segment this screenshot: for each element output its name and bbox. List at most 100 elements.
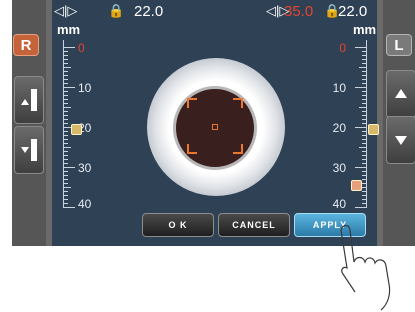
left-ruler-label-0: 0 — [78, 41, 85, 55]
ruler-tick — [63, 111, 68, 112]
ruler-tick — [362, 163, 367, 164]
ruler-tick — [362, 171, 367, 172]
ruler-tick — [359, 67, 367, 68]
ruler-tick — [362, 151, 367, 152]
right-marker-icon — [351, 180, 362, 191]
ruler-tick — [63, 139, 68, 140]
right-measure-value: 22.0 — [338, 3, 368, 20]
cancel-button[interactable]: CANCEL — [218, 213, 290, 237]
left-eye-button[interactable]: L — [386, 34, 412, 56]
right-ruler-label-30: 30 — [332, 161, 346, 175]
ruler-tick — [63, 99, 68, 100]
ruler-tick — [362, 119, 367, 120]
ruler-tick — [63, 51, 68, 52]
right-lock-icon — [368, 124, 379, 135]
ruler-tick — [63, 123, 68, 124]
ruler-tick — [355, 207, 367, 208]
ruler-tick — [362, 111, 367, 112]
ok-button[interactable]: O K — [142, 213, 214, 237]
ruler-tick — [362, 191, 367, 192]
hand-pointer-icon — [340, 224, 391, 311]
ruler-tick — [63, 55, 68, 56]
ruler-tick — [362, 143, 367, 144]
ruler-tick — [362, 71, 367, 72]
right-up-button[interactable] — [386, 70, 415, 118]
ruler-tick — [63, 151, 68, 152]
ruler-tick — [362, 155, 367, 156]
right-unit-label: mm — [353, 22, 377, 37]
ruler-tick — [362, 115, 367, 116]
left-ruler-label-30: 30 — [78, 161, 92, 175]
crop-corner-top-right — [233, 98, 243, 108]
ruler-tick — [63, 143, 68, 144]
ruler-tick — [63, 147, 71, 148]
left-down-button[interactable] — [14, 126, 44, 174]
ruler-tick — [63, 95, 68, 96]
crop-corner-bottom-left — [187, 144, 197, 154]
ruler-tick — [355, 127, 367, 128]
ruler-tick — [63, 183, 68, 184]
ruler-tick — [63, 167, 75, 168]
ruler-tick — [362, 95, 367, 96]
center-target — [212, 124, 218, 130]
arrow-up-icon — [15, 77, 43, 123]
ruler-tick — [362, 63, 367, 64]
ruler-tick — [63, 75, 68, 76]
left-ruler-label-40: 40 — [78, 197, 92, 211]
ruler-tick — [63, 135, 68, 136]
right-ruler-label-10: 10 — [332, 81, 346, 95]
ruler-tick — [63, 67, 71, 68]
left-up-button[interactable] — [14, 76, 44, 124]
ruler-tick — [362, 203, 367, 204]
ruler-tick — [362, 103, 367, 104]
ruler-tick — [63, 199, 68, 200]
lock-icon: 🔒 — [108, 3, 125, 18]
right-down-button[interactable] — [386, 116, 415, 164]
ruler-tick — [63, 79, 68, 80]
ruler-tick — [63, 107, 71, 108]
right-eye-button[interactable]: R — [13, 34, 39, 56]
ruler-tick — [63, 207, 75, 208]
ruler-tick — [362, 139, 367, 140]
ruler-tick — [362, 179, 367, 180]
ruler-tick — [63, 87, 75, 88]
ruler-tick — [362, 99, 367, 100]
ruler-tick — [63, 63, 68, 64]
left-ruler-label-10: 10 — [78, 81, 92, 95]
ruler-tick — [63, 71, 68, 72]
left-lock-icon — [71, 124, 82, 135]
ruler-tick — [362, 75, 367, 76]
ruler-tick — [63, 131, 68, 132]
ruler-tick — [362, 83, 367, 84]
right-ruler-label-40: 40 — [332, 197, 346, 211]
ruler-tick — [362, 195, 367, 196]
ruler-tick — [63, 191, 68, 192]
ruler-tick — [63, 59, 68, 60]
right-side-strip — [377, 0, 383, 246]
ruler-tick — [355, 47, 367, 48]
arrow-up-icon — [387, 71, 415, 117]
ruler-tick — [359, 147, 367, 148]
ruler-tick — [362, 59, 367, 60]
right-ruler-label-20: 20 — [332, 121, 346, 135]
ruler-tick — [63, 159, 68, 160]
ruler-tick — [355, 87, 367, 88]
ruler-tick — [362, 79, 367, 80]
ruler-tick — [362, 199, 367, 200]
ruler-tick — [362, 51, 367, 52]
ruler-tick — [63, 91, 68, 92]
ruler-tick — [362, 135, 367, 136]
ruler-tick — [63, 103, 68, 104]
ruler-tick — [362, 175, 367, 176]
crop-corner-bottom-right — [233, 144, 243, 154]
ruler-tick — [63, 195, 68, 196]
ruler-tick — [362, 159, 367, 160]
ruler-tick — [63, 163, 68, 164]
ruler-tick — [63, 115, 68, 116]
ruler-tick — [362, 55, 367, 56]
arrow-down-icon — [15, 127, 43, 173]
horizontal-arrows-icon: ◁|▷ — [54, 3, 78, 18]
ruler-tick — [63, 119, 68, 120]
left-measure-value: 22.0 — [134, 3, 164, 20]
ruler-tick — [63, 171, 68, 172]
